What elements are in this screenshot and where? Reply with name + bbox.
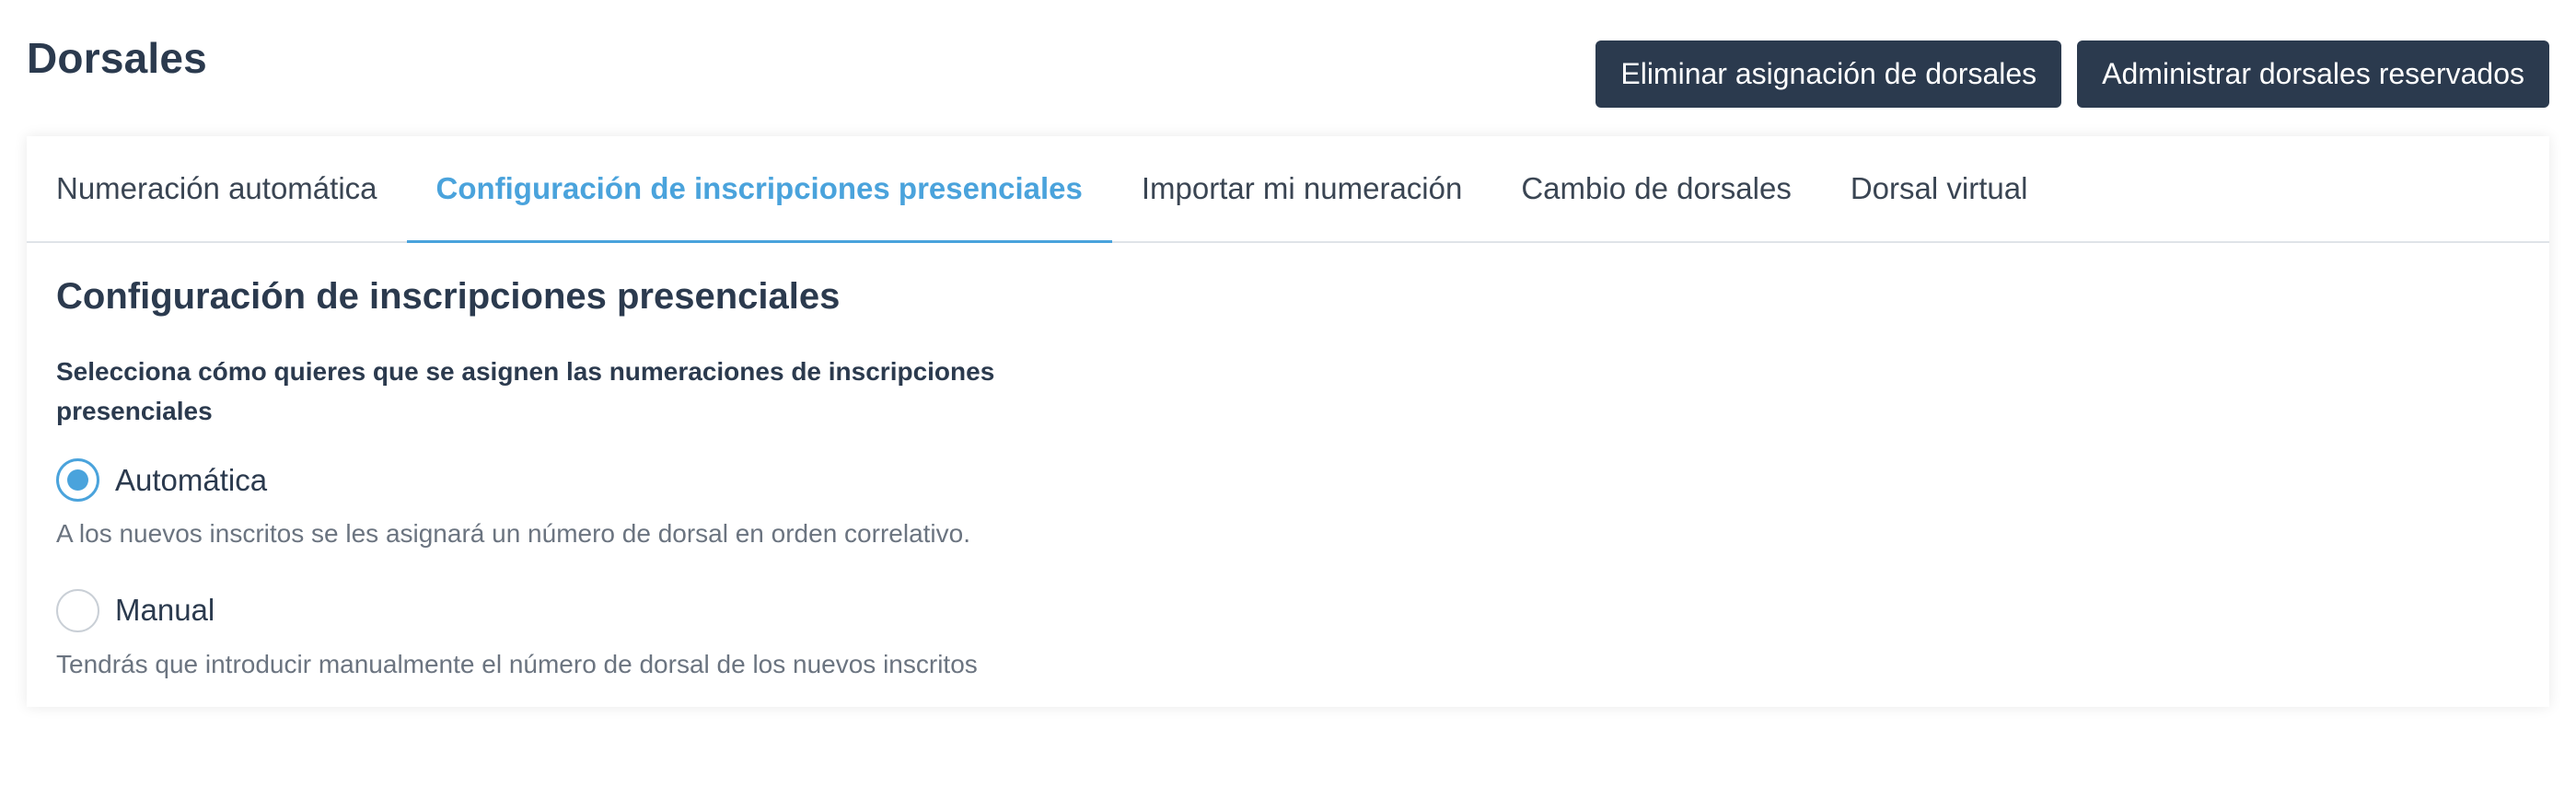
assignment-question: Selecciona cómo quieres que se asignen l… xyxy=(56,357,995,425)
header-actions: Eliminar asignación de dorsales Administ… xyxy=(1595,40,2549,108)
radio-automatic[interactable] xyxy=(56,458,99,502)
option-automatic-label[interactable]: Automática xyxy=(115,463,267,498)
page-header: Dorsales Eliminar asignación de dorsales… xyxy=(0,0,2576,129)
tab-in-person-registration-config[interactable]: Configuración de inscripciones presencia… xyxy=(406,136,1113,243)
option-automatic-description: A los nuevos inscritos se les asignará u… xyxy=(56,519,970,548)
panel-title: Configuración de inscripciones presencia… xyxy=(56,276,841,317)
option-automatic[interactable]: Automática xyxy=(56,458,2520,502)
settings-card: Numeración automática Configuración de i… xyxy=(27,136,2549,707)
tab-import-numbering[interactable]: Importar mi numeración xyxy=(1112,136,1491,241)
tab-automatic-numbering[interactable]: Numeración automática xyxy=(27,136,407,241)
tab-virtual-bib[interactable]: Dorsal virtual xyxy=(1821,136,2058,241)
tab-panel: Configuración de inscripciones presencia… xyxy=(27,243,2549,679)
remove-bib-assignment-button[interactable]: Eliminar asignación de dorsales xyxy=(1595,40,2062,108)
option-manual-description: Tendrás que introducir manualmente el nú… xyxy=(56,649,978,678)
option-manual-label[interactable]: Manual xyxy=(115,593,215,628)
page-title: Dorsales xyxy=(27,34,207,82)
radio-manual[interactable] xyxy=(56,588,99,632)
tab-bib-change[interactable]: Cambio de dorsales xyxy=(1491,136,1821,241)
manage-reserved-bibs-button[interactable]: Administrar dorsales reservados xyxy=(2077,40,2549,108)
tab-bar: Numeración automática Configuración de i… xyxy=(27,136,2549,243)
option-manual[interactable]: Manual xyxy=(56,588,2520,632)
